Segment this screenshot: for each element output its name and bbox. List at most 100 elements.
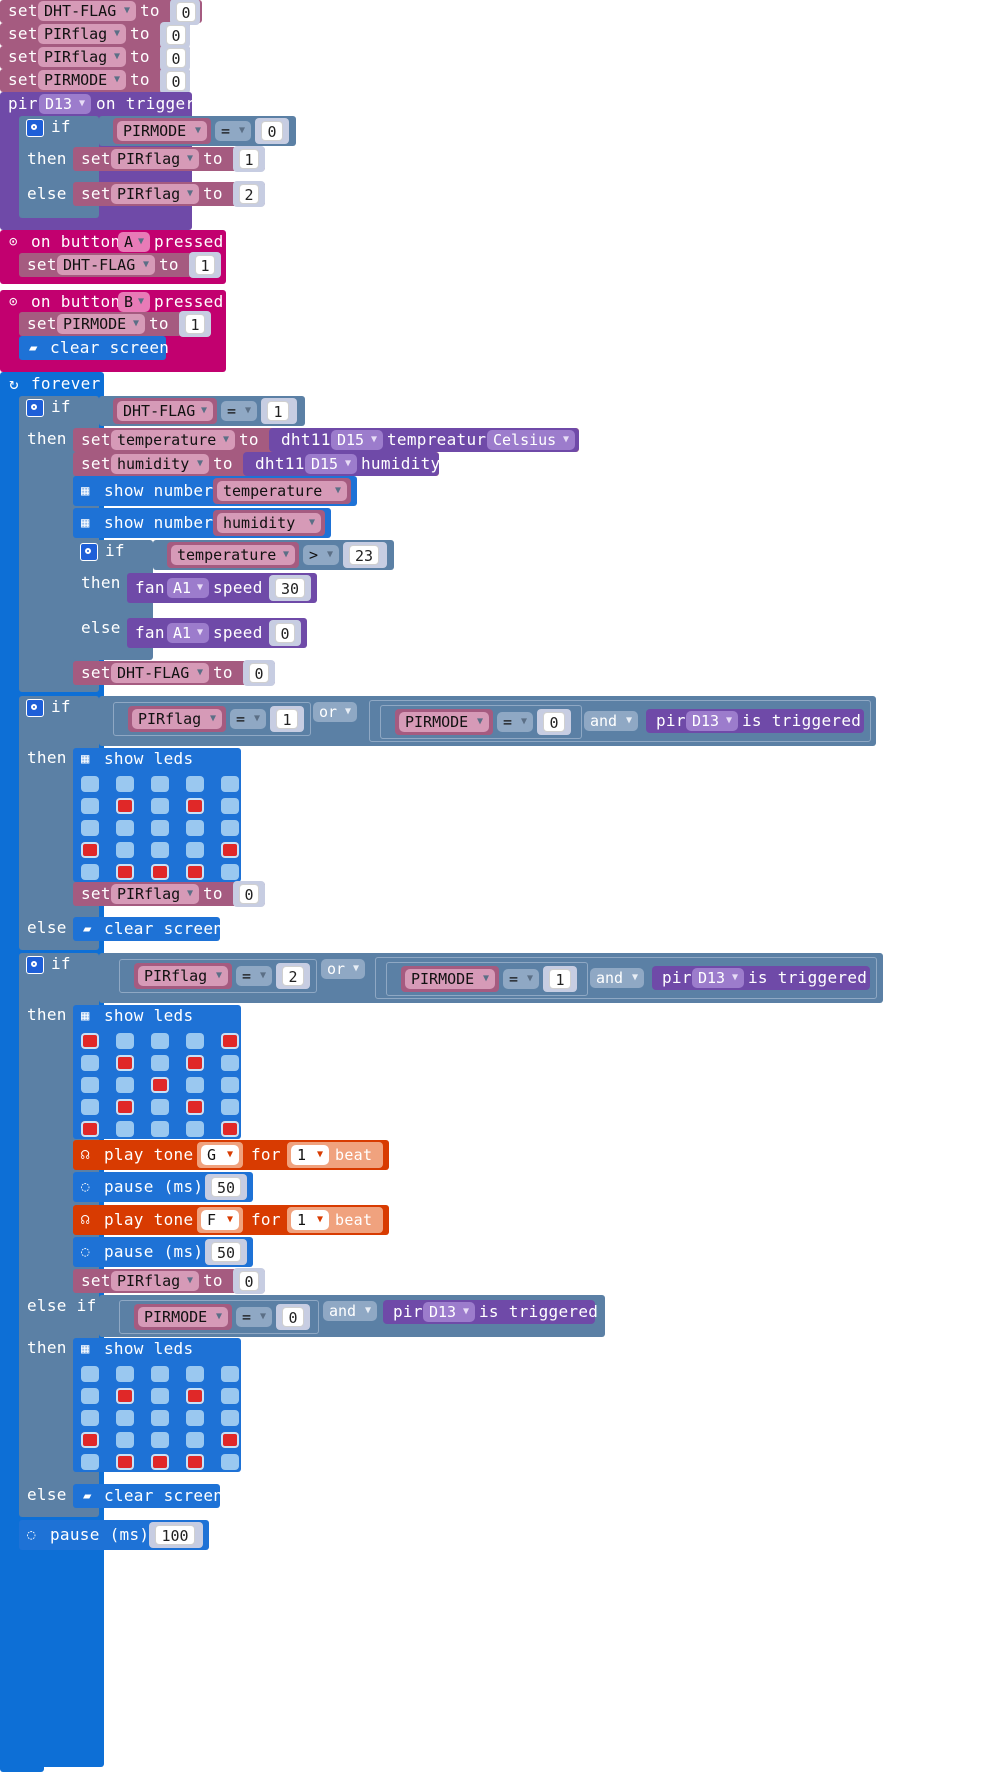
fan-speed-block[interactable]: fan A1 ▼ speed 0 xyxy=(127,618,307,648)
pin-dropdown[interactable]: A1 ▼ xyxy=(167,623,209,643)
number-input[interactable]: 0 xyxy=(176,2,196,22)
set-pirflag-block[interactable]: set PIRflag ▼ to 2 xyxy=(73,181,265,207)
led-cell[interactable] xyxy=(221,1410,239,1426)
number-input[interactable]: 100 xyxy=(155,1525,195,1545)
variable-dropdown[interactable]: PIRflag ▼ xyxy=(111,1271,199,1291)
number-input[interactable]: 0 xyxy=(239,884,259,904)
led-cell[interactable] xyxy=(116,1432,134,1448)
led-cell[interactable] xyxy=(116,1454,134,1470)
led-cell[interactable] xyxy=(116,1366,134,1382)
led-cell[interactable] xyxy=(151,1366,169,1382)
variable-dropdown[interactable]: DHT-FLAG ▼ xyxy=(38,1,136,21)
led-cell[interactable] xyxy=(186,842,204,858)
logic-op-dropdown[interactable]: and ▼ xyxy=(590,968,644,988)
led-cell[interactable] xyxy=(221,1121,239,1137)
set-dht-flag-block[interactable]: set DHT-FLAG ▼ to 1 xyxy=(19,252,221,278)
pause-block[interactable]: ◌ pause (ms) 50 xyxy=(73,1237,253,1267)
variable-dropdown[interactable]: PIRflag ▼ xyxy=(38,24,126,44)
led-cell[interactable] xyxy=(221,1454,239,1470)
set-pirflag-block[interactable]: set PIRflag ▼ to 1 xyxy=(73,146,265,172)
pin-dropdown[interactable]: D13 ▼ xyxy=(39,94,91,114)
led-cell[interactable] xyxy=(116,1388,134,1404)
variable-dropdown[interactable]: DHT-FLAG ▼ xyxy=(111,663,209,683)
variable-dropdown[interactable]: PIRflag ▼ xyxy=(111,184,199,204)
variable-dropdown[interactable]: DHT-FLAG ▼ xyxy=(117,401,213,421)
pin-dropdown[interactable]: A1 ▼ xyxy=(167,578,209,598)
led-cell[interactable] xyxy=(116,864,134,880)
show-number-block[interactable]: ▦ show number humidity ▼ xyxy=(73,508,331,538)
variable-reporter[interactable]: PIRflag ▼ xyxy=(134,963,232,989)
led-cell[interactable] xyxy=(81,1055,99,1071)
variable-dropdown[interactable]: PIRMODE ▼ xyxy=(405,969,495,989)
operator-dropdown[interactable]: = ▼ xyxy=(503,969,539,989)
number-input[interactable]: 1 xyxy=(195,255,215,275)
led-cell[interactable] xyxy=(186,820,204,836)
compare-block[interactable]: PIRMODE ▼ = ▼ 0 xyxy=(119,1300,319,1334)
led-cell[interactable] xyxy=(151,864,169,880)
play-tone-block[interactable]: ☊ play tone G ▼ for 1 ▼ beat xyxy=(73,1140,389,1170)
led-cell[interactable] xyxy=(221,842,239,858)
variable-dropdown[interactable]: DHT-FLAG ▼ xyxy=(57,255,155,275)
variable-dropdown[interactable]: PIRflag ▼ xyxy=(111,884,199,904)
number-input[interactable]: 2 xyxy=(239,184,259,204)
variable-dropdown[interactable]: PIRMODE ▼ xyxy=(38,70,126,90)
led-cell[interactable] xyxy=(186,1077,204,1093)
variable-dropdown[interactable]: PIRflag ▼ xyxy=(132,709,222,729)
led-cell[interactable] xyxy=(186,1388,204,1404)
compare-block[interactable]: PIRMODE ▼ = ▼ 0 xyxy=(99,116,296,146)
led-cell[interactable] xyxy=(186,864,204,880)
led-cell[interactable] xyxy=(221,1432,239,1448)
variable-reporter[interactable]: PIRMODE ▼ xyxy=(113,118,211,144)
led-cell[interactable] xyxy=(221,864,239,880)
number-input[interactable]: 0 xyxy=(275,623,295,643)
show-leds-block[interactable]: ▦ show leds xyxy=(73,1005,241,1139)
led-cell[interactable] xyxy=(221,1033,239,1049)
gear-icon[interactable] xyxy=(26,399,44,417)
led-cell[interactable] xyxy=(116,1099,134,1115)
set-pirflag-block[interactable]: set PIRflag ▼ to 0 xyxy=(73,881,265,907)
pause-block[interactable]: ◌ pause (ms) 100 xyxy=(19,1520,209,1550)
number-input[interactable]: 0 xyxy=(166,25,186,45)
beat-dropdown[interactable]: 1 ▼ xyxy=(291,1210,329,1230)
gear-icon[interactable] xyxy=(26,699,44,717)
led-cell[interactable] xyxy=(186,1121,204,1137)
led-cell[interactable] xyxy=(221,1099,239,1115)
pin-dropdown[interactable]: D15 ▼ xyxy=(331,430,383,450)
led-cell[interactable] xyxy=(81,1077,99,1093)
led-cell[interactable] xyxy=(151,1033,169,1049)
note-reporter[interactable]: G ▼ xyxy=(197,1142,243,1168)
led-cell[interactable] xyxy=(221,820,239,836)
unit-dropdown[interactable]: Celsius ▼ xyxy=(487,430,575,450)
set-pirflag-block[interactable]: set PIRflag ▼ to 0 xyxy=(0,22,190,48)
beat-reporter[interactable]: 1 ▼ beat xyxy=(287,1207,383,1233)
number-input[interactable]: 0 xyxy=(261,121,283,141)
led-cell[interactable] xyxy=(221,1388,239,1404)
number-input[interactable]: 50 xyxy=(211,1242,241,1262)
variable-dropdown[interactable]: temperature ▼ xyxy=(171,545,295,565)
set-pirflag-block[interactable]: set PIRflag ▼ to 0 xyxy=(73,1268,265,1294)
set-temperature-block[interactable]: set temperature ▼ to dht11 D15 ▼ tempreatu… xyxy=(73,428,579,452)
set-pirmode-block[interactable]: set PIRMODE ▼ to 1 xyxy=(19,311,211,337)
variable-reporter[interactable]: humidity ▼ xyxy=(213,510,325,536)
led-cell[interactable] xyxy=(116,820,134,836)
pir-triggered-reporter[interactable]: pir D13 ▼ is triggered xyxy=(383,1300,598,1324)
led-cell[interactable] xyxy=(221,1366,239,1382)
number-input[interactable]: 30 xyxy=(275,578,305,598)
led-cell[interactable] xyxy=(81,1033,99,1049)
logic-op-dropdown[interactable]: and ▼ xyxy=(584,711,638,731)
pir-triggered-reporter[interactable]: pir D13 ▼ is triggered xyxy=(646,709,864,733)
led-cell[interactable] xyxy=(151,820,169,836)
led-cell[interactable] xyxy=(186,1366,204,1382)
led-cell[interactable] xyxy=(81,864,99,880)
led-cell[interactable] xyxy=(221,798,239,814)
led-cell[interactable] xyxy=(81,776,99,792)
led-cell[interactable] xyxy=(116,1033,134,1049)
led-cell[interactable] xyxy=(186,1033,204,1049)
pin-dropdown[interactable]: D13 ▼ xyxy=(423,1302,475,1322)
button-dropdown[interactable]: A ▼ xyxy=(118,232,150,252)
or-block[interactable]: PIRflag ▼ = ▼ 2 or ▼ PIRMODE ▼ = ▼ 1 and ▼ pir… xyxy=(99,953,883,1003)
number-input[interactable]: 0 xyxy=(543,712,565,732)
operator-dropdown[interactable]: = ▼ xyxy=(236,966,272,986)
dht11-humidity-reporter[interactable]: dht11 D15 ▼ humidity xyxy=(243,452,440,476)
led-cell[interactable] xyxy=(81,1099,99,1115)
